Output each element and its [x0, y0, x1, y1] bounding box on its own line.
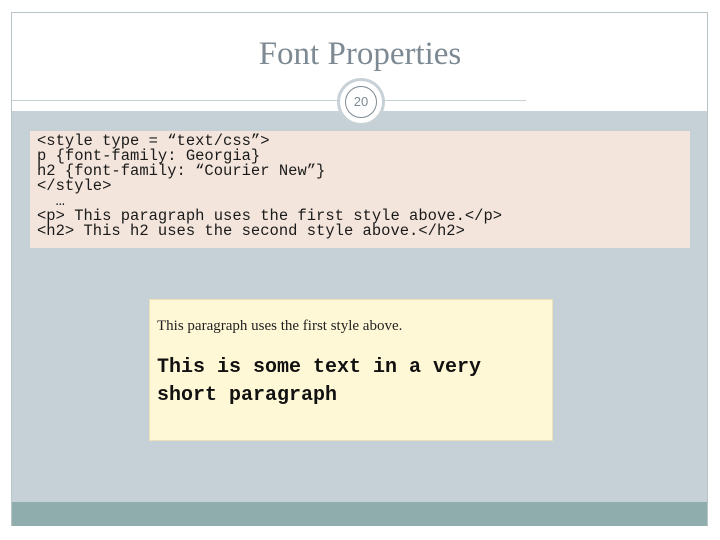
title-divider	[12, 100, 526, 101]
slide-title: Font Properties	[258, 36, 462, 72]
preview-heading: This is some text in a very short paragr…	[157, 356, 482, 407]
code-line-h2-element: <h2> This h2 uses the second style above…	[37, 222, 465, 240]
slide-number: 20	[345, 86, 377, 118]
footer-bar	[12, 502, 707, 526]
preview-paragraph: This paragraph uses the first style abov…	[157, 318, 403, 334]
